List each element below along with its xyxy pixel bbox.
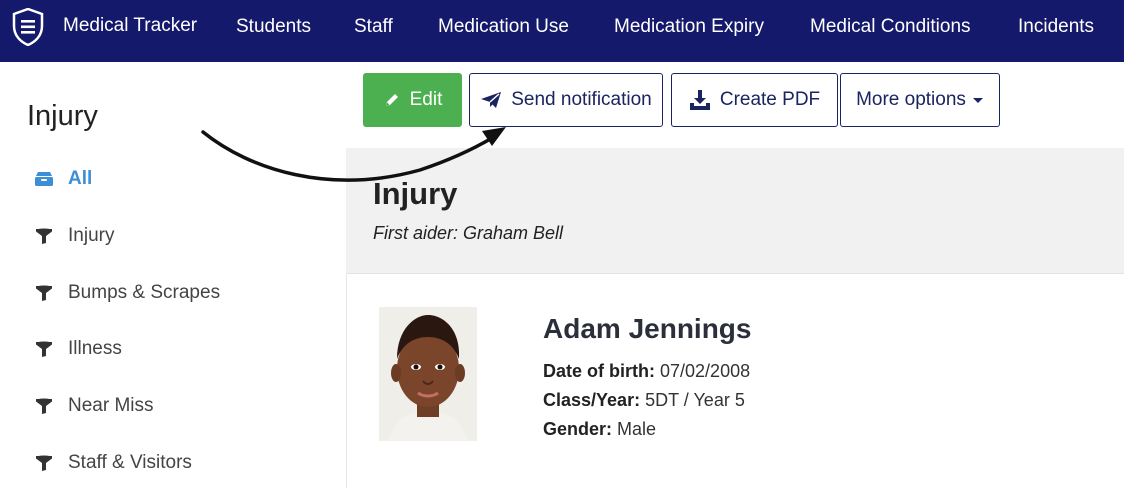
app-brand[interactable]: Medical Tracker	[63, 15, 197, 37]
download-icon	[689, 90, 710, 110]
filter-icon	[36, 285, 52, 301]
gender-row: Gender: Male	[543, 419, 656, 440]
sidebar-item-staff-visitors[interactable]: Staff & Visitors	[34, 449, 192, 477]
filter-icon	[36, 398, 52, 414]
dob-value: 07/02/2008	[660, 361, 751, 381]
sidebar-item-near-miss[interactable]: Near Miss	[34, 392, 154, 420]
more-options-label: More options	[856, 89, 966, 110]
gender-label: Gender:	[543, 419, 613, 439]
create-pdf-label: Create PDF	[719, 89, 821, 110]
caret-down-icon	[972, 98, 983, 103]
top-navbar: Medical Tracker Students Staff Medicatio…	[0, 0, 1124, 62]
dob-label: Date of birth:	[543, 361, 655, 381]
nav-incidents[interactable]: Incidents	[1018, 16, 1094, 38]
class-label: Class/Year:	[543, 390, 641, 410]
nav-medication-expiry[interactable]: Medication Expiry	[614, 16, 764, 38]
sidebar-item-all[interactable]: All	[34, 165, 92, 193]
sidebar-title: Injury	[27, 100, 98, 132]
class-value: 5DT / Year 5	[645, 390, 745, 410]
paper-plane-icon	[481, 92, 502, 108]
nav-students[interactable]: Students	[236, 16, 311, 38]
first-aider-text: First aider: Graham Bell	[373, 223, 564, 243]
edit-button[interactable]: Edit	[363, 73, 462, 127]
filter-icon	[36, 228, 52, 244]
sidebar-item-bumps-scrapes[interactable]: Bumps & Scrapes	[34, 279, 220, 307]
sidebar-item-label: Illness	[68, 338, 122, 359]
filter-icon	[36, 455, 52, 471]
sidebar-item-label: Near Miss	[68, 395, 154, 416]
sidebar-item-injury[interactable]: Injury	[34, 222, 114, 250]
sidebar-item-illness[interactable]: Illness	[34, 335, 122, 363]
nav-medical-conditions[interactable]: Medical Conditions	[810, 16, 971, 38]
student-photo	[379, 307, 477, 441]
class-row: Class/Year: 5DT / Year 5	[543, 390, 745, 411]
record-header-panel	[346, 148, 1124, 274]
sidebar-item-label: Injury	[68, 225, 115, 246]
create-pdf-button[interactable]: Create PDF	[671, 73, 838, 127]
nav-staff[interactable]: Staff	[354, 16, 393, 38]
filter-icon	[36, 341, 52, 357]
nav-medication-use[interactable]: Medication Use	[438, 16, 569, 38]
sidebar-item-label: Bumps & Scrapes	[68, 282, 221, 303]
sidebar-item-label: Staff & Visitors	[68, 452, 192, 473]
content-divider	[346, 274, 347, 488]
record-title: Injury	[373, 176, 458, 211]
send-notification-button[interactable]: Send notification	[469, 73, 663, 127]
more-options-button[interactable]: More options	[840, 73, 1000, 127]
shield-icon[interactable]	[12, 8, 44, 46]
gender-value: Male	[617, 419, 657, 439]
inbox-icon	[35, 172, 53, 186]
student-name: Adam Jennings	[543, 313, 752, 344]
pencil-icon	[385, 94, 398, 106]
edit-button-label: Edit	[409, 89, 443, 110]
send-notification-label: Send notification	[511, 89, 652, 110]
dob-row: Date of birth: 07/02/2008	[543, 361, 750, 382]
sidebar-item-label: All	[68, 168, 93, 189]
